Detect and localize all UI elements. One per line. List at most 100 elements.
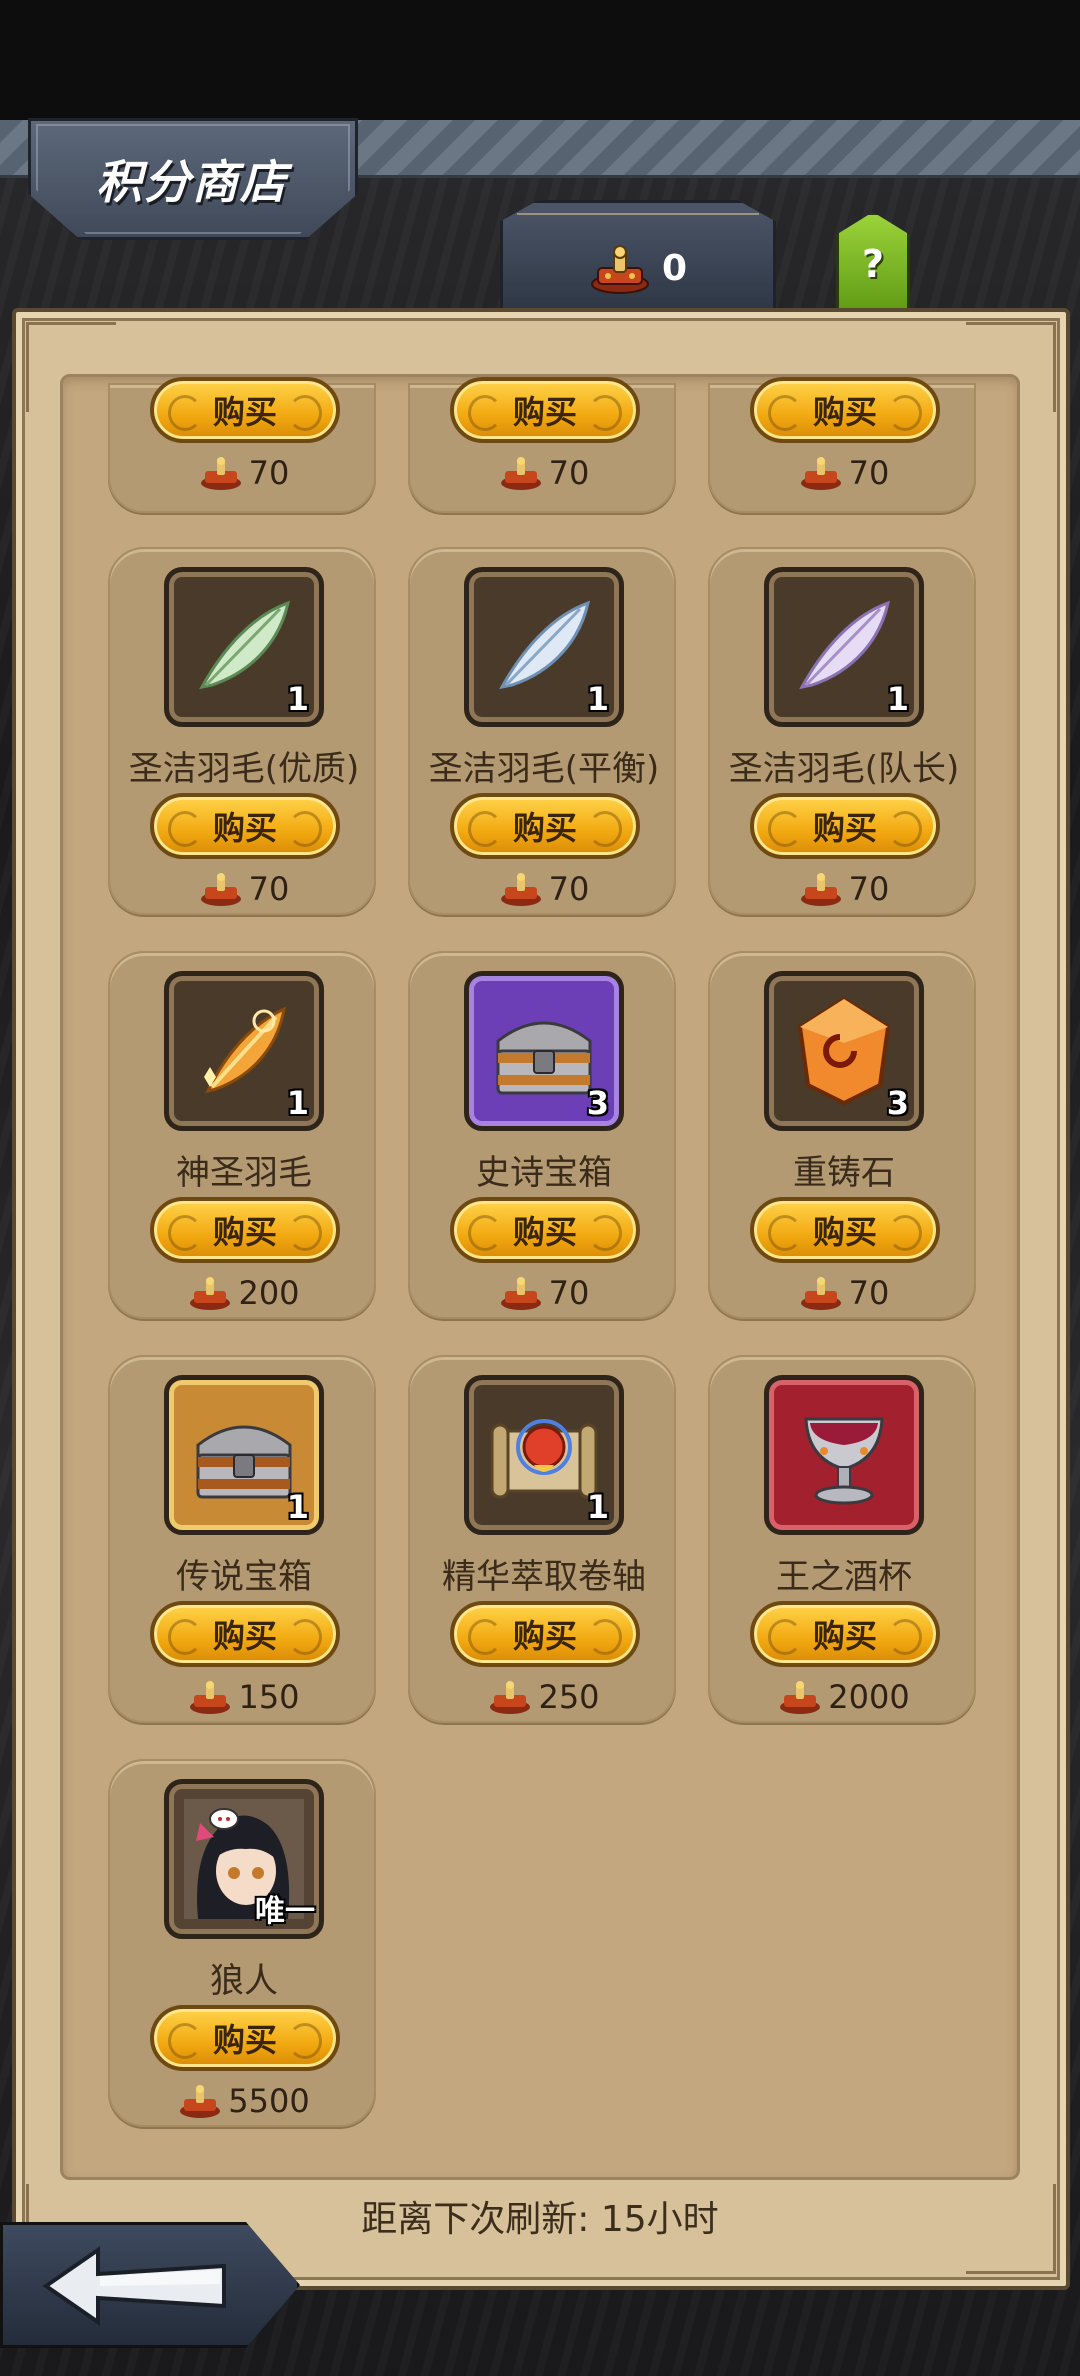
item-icon-frame: 1 <box>164 567 324 727</box>
item-price: 70 <box>410 869 678 909</box>
item-card: 购买 70 <box>708 377 978 513</box>
crown-token-icon <box>180 2085 221 2118</box>
crown-token-icon <box>800 457 841 490</box>
item-name: 传说宝箱 <box>176 1557 312 1597</box>
item-name: 精华萃取卷轴 <box>442 1557 646 1597</box>
item-price: 70 <box>710 453 978 493</box>
item-icon-frame: 1 <box>164 1375 324 1535</box>
price-value: 70 <box>848 454 890 492</box>
item-price: 70 <box>110 453 378 493</box>
buy-button[interactable]: 购买 <box>150 1197 340 1263</box>
item-card[interactable]: 唯一 狼人 购买 5500 <box>108 1759 376 2127</box>
crown-token-icon <box>500 873 541 906</box>
buy-button[interactable]: 购买 <box>450 793 640 859</box>
price-value: 70 <box>848 870 890 908</box>
crown-token-icon <box>190 1277 231 1310</box>
buy-button[interactable]: 购买 <box>750 377 940 443</box>
item-icon-frame: 3 <box>464 971 624 1131</box>
price-value: 70 <box>548 870 590 908</box>
item-icon-frame <box>764 1375 924 1535</box>
item-icon-frame: 1 <box>764 567 924 727</box>
item-card[interactable]: 1 精华萃取卷轴 购买 250 <box>408 1355 676 1723</box>
item-price: 70 <box>110 869 378 909</box>
currency-value: 0 <box>662 248 688 289</box>
crown-token-icon <box>200 457 241 490</box>
crown-token-icon <box>500 1277 541 1310</box>
crown-token-icon <box>800 1277 841 1310</box>
item-count: 1 <box>586 1488 609 1526</box>
item-count: 1 <box>286 680 309 718</box>
price-value: 2000 <box>828 1678 910 1716</box>
item-price: 70 <box>710 869 978 909</box>
item-name: 圣洁羽毛(队长) <box>728 749 960 789</box>
buy-button[interactable]: 购买 <box>450 1197 640 1263</box>
item-name: 王之酒杯 <box>776 1557 912 1597</box>
item-card: 购买 70 <box>408 377 678 513</box>
item-count: 3 <box>886 1084 909 1122</box>
crown-token-icon <box>780 1681 821 1714</box>
buy-button[interactable]: 购买 <box>750 793 940 859</box>
buy-button[interactable]: 购买 <box>750 1197 940 1263</box>
crown-token-icon <box>500 457 541 490</box>
item-price: 2000 <box>710 1677 978 1717</box>
item-count: 唯一 <box>255 1894 315 1929</box>
item-count: 1 <box>286 1488 309 1526</box>
item-name: 圣洁羽毛(平衡) <box>428 749 660 789</box>
item-card: 购买 70 <box>108 377 378 513</box>
item-card[interactable]: 1 圣洁羽毛(队长) 购买 70 <box>708 547 976 915</box>
buy-button[interactable]: 购买 <box>450 1601 640 1667</box>
back-arrow-icon[interactable] <box>40 2244 240 2328</box>
page-title: 积分商店 <box>96 155 288 209</box>
price-value: 5500 <box>228 2082 310 2120</box>
item-card[interactable]: 1 圣洁羽毛(平衡) 购买 70 <box>408 547 676 915</box>
crown-token-icon <box>490 1681 531 1714</box>
crown-token-icon <box>591 245 649 294</box>
price-value: 150 <box>238 1678 300 1716</box>
item-icon-frame: 1 <box>164 971 324 1131</box>
item-name: 神圣羽毛 <box>176 1153 312 1193</box>
buy-button[interactable]: 购买 <box>150 1601 340 1667</box>
buy-button[interactable]: 购买 <box>450 377 640 443</box>
king-chalice-icon <box>804 1417 884 1505</box>
buy-button[interactable]: 购买 <box>150 2005 340 2071</box>
crown-token-icon <box>190 1681 231 1714</box>
item-card[interactable]: 1 传说宝箱 购买 150 <box>108 1355 376 1723</box>
item-card[interactable]: 3 重铸石 购买 70 <box>708 951 976 1319</box>
item-price: 70 <box>410 453 678 493</box>
item-count: 1 <box>286 1084 309 1122</box>
item-price: 250 <box>410 1677 678 1717</box>
item-icon-frame: 唯一 <box>164 1779 324 1939</box>
item-price: 5500 <box>110 2081 378 2121</box>
item-count: 3 <box>586 1084 609 1122</box>
item-grid[interactable]: 购买 70 购买 70 购买 70 1 圣洁羽毛(优质) 购买 70 1 圣洁羽… <box>60 374 1020 2180</box>
crown-token-icon <box>200 873 241 906</box>
price-value: 70 <box>248 454 290 492</box>
buy-button[interactable]: 购买 <box>150 377 340 443</box>
price-value: 70 <box>548 454 590 492</box>
item-card[interactable]: 3 史诗宝箱 购买 70 <box>408 951 676 1319</box>
buy-button[interactable]: 购买 <box>150 793 340 859</box>
item-price: 150 <box>110 1677 378 1717</box>
item-price: 200 <box>110 1273 378 1313</box>
item-name: 史诗宝箱 <box>476 1153 612 1193</box>
price-value: 70 <box>548 1274 590 1312</box>
item-card[interactable]: 1 神圣羽毛 购买 200 <box>108 951 376 1319</box>
item-icon-frame: 3 <box>764 971 924 1131</box>
price-value: 250 <box>538 1678 600 1716</box>
price-value: 70 <box>848 1274 890 1312</box>
price-value: 200 <box>238 1274 300 1312</box>
item-name: 圣洁羽毛(优质) <box>128 749 360 789</box>
item-name: 重铸石 <box>793 1153 895 1193</box>
item-card[interactable]: 王之酒杯 购买 2000 <box>708 1355 976 1723</box>
item-name: 狼人 <box>210 1961 278 2001</box>
item-count: 1 <box>586 680 609 718</box>
top-bar <box>0 0 1080 120</box>
buy-button[interactable]: 购买 <box>750 1601 940 1667</box>
item-icon-frame: 1 <box>464 567 624 727</box>
price-value: 70 <box>248 870 290 908</box>
item-price: 70 <box>410 1273 678 1313</box>
item-price: 70 <box>710 1273 978 1313</box>
item-icon-frame: 1 <box>464 1375 624 1535</box>
item-card[interactable]: 1 圣洁羽毛(优质) 购买 70 <box>108 547 376 915</box>
item-count: 1 <box>886 680 909 718</box>
